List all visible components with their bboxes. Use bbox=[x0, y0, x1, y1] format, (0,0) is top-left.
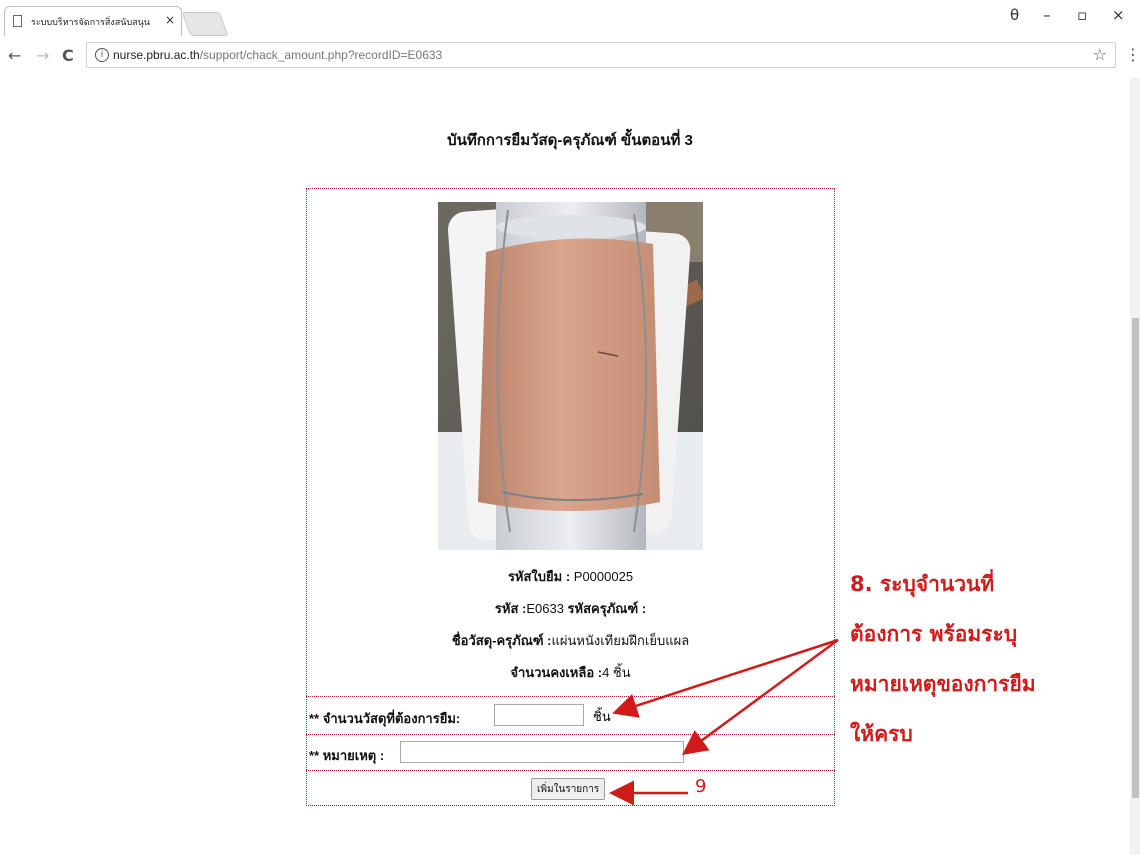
row-divider bbox=[306, 770, 835, 771]
back-arrow-icon[interactable]: ← bbox=[8, 46, 21, 65]
minimize-icon[interactable]: – bbox=[1043, 6, 1051, 24]
add-to-list-button[interactable]: เพิ่มในรายการ bbox=[531, 778, 606, 800]
item-name-line: ชื่อวัสดุ-ครุภัณฑ์ :แผ่นหนังเทียมฝึกเย็บ… bbox=[306, 630, 835, 651]
maximize-icon[interactable]: ▫ bbox=[1077, 6, 1087, 24]
bookmark-star-icon[interactable]: ☆ bbox=[1093, 45, 1107, 64]
close-window-icon[interactable]: × bbox=[1112, 6, 1125, 24]
tab-bar: ระบบบริหารจัดการสิ่งสนับสนุน × θ – ▫ × bbox=[0, 0, 1140, 38]
new-tab-button[interactable] bbox=[181, 12, 229, 36]
row-divider bbox=[306, 734, 835, 735]
item-name-value: แผ่นหนังเทียมฝึกเย็บแผล bbox=[551, 633, 690, 648]
step8-line4: ให้ครบ bbox=[850, 722, 913, 746]
step9-label: 9 bbox=[695, 776, 707, 797]
info-icon[interactable]: i bbox=[95, 48, 109, 62]
menu-icon[interactable]: ⋮ bbox=[1125, 45, 1140, 64]
browser-tab[interactable]: ระบบบริหารจัดการสิ่งสนับสนุน × bbox=[4, 6, 182, 36]
quantity-input[interactable] bbox=[494, 704, 584, 726]
url-path: /support/chack_amount.php?recordID=E0633 bbox=[199, 48, 443, 62]
code-label: รหัส : bbox=[494, 601, 527, 616]
note-input[interactable] bbox=[400, 741, 684, 763]
forward-arrow-icon[interactable]: → bbox=[36, 46, 49, 65]
note-label: ** หมายเหตุ : bbox=[309, 748, 385, 763]
step8-line3: หมายเหตุของการยืม bbox=[850, 672, 1036, 696]
close-tab-icon[interactable]: × bbox=[165, 13, 175, 27]
scrollbar-thumb[interactable] bbox=[1132, 318, 1139, 798]
url-text: nurse.pbru.ac.th/support/chack_amount.ph… bbox=[113, 48, 442, 62]
slip-id-label: รหัสใบยืม : bbox=[507, 569, 571, 584]
remaining-label: จำนวนคงเหลือ : bbox=[510, 665, 603, 680]
browser-toolbar: ← → C i nurse.pbru.ac.th/support/chack_a… bbox=[0, 38, 1140, 74]
item-photo bbox=[438, 202, 703, 550]
quantity-unit: ชิ้น bbox=[593, 709, 611, 724]
account-icon[interactable]: θ bbox=[1010, 6, 1019, 24]
address-bar[interactable]: i nurse.pbru.ac.th/support/chack_amount.… bbox=[86, 42, 1116, 68]
step8-line1: 8. ระบุจำนวนที่ bbox=[850, 572, 995, 596]
quantity-label: ** จำนวนวัสดุที่ต้องการยืม: bbox=[309, 711, 461, 726]
page-title: บันทึกการยืมวัสดุ-ครุภัณฑ์ ขั้นตอนที่ 3 bbox=[447, 132, 693, 149]
tab-title: ระบบบริหารจัดการสิ่งสนับสนุน bbox=[31, 17, 150, 27]
item-name-label: ชื่อวัสดุ-ครุภัณฑ์ : bbox=[451, 633, 552, 648]
row-divider bbox=[306, 696, 835, 697]
artificial-skin-pad-image bbox=[438, 202, 703, 550]
code-value: E0633 bbox=[526, 601, 568, 616]
asset-code-label: รหัสครุภัณฑ์ : bbox=[567, 601, 647, 616]
url-host: nurse.pbru.ac.th bbox=[113, 48, 200, 62]
slip-id-line: รหัสใบยืม : P0000025 bbox=[306, 566, 835, 587]
remaining-value: 4 ชิ้น bbox=[602, 665, 631, 680]
slip-id-value: P0000025 bbox=[570, 569, 634, 584]
reload-icon[interactable]: C bbox=[62, 46, 74, 65]
document-icon bbox=[13, 15, 22, 27]
code-line: รหัส :E0633 รหัสครุภัณฑ์ : bbox=[306, 598, 835, 619]
remaining-line: จำนวนคงเหลือ :4 ชิ้น bbox=[306, 662, 835, 683]
step8-line2: ต้องการ พร้อมระบุ bbox=[850, 622, 1018, 646]
